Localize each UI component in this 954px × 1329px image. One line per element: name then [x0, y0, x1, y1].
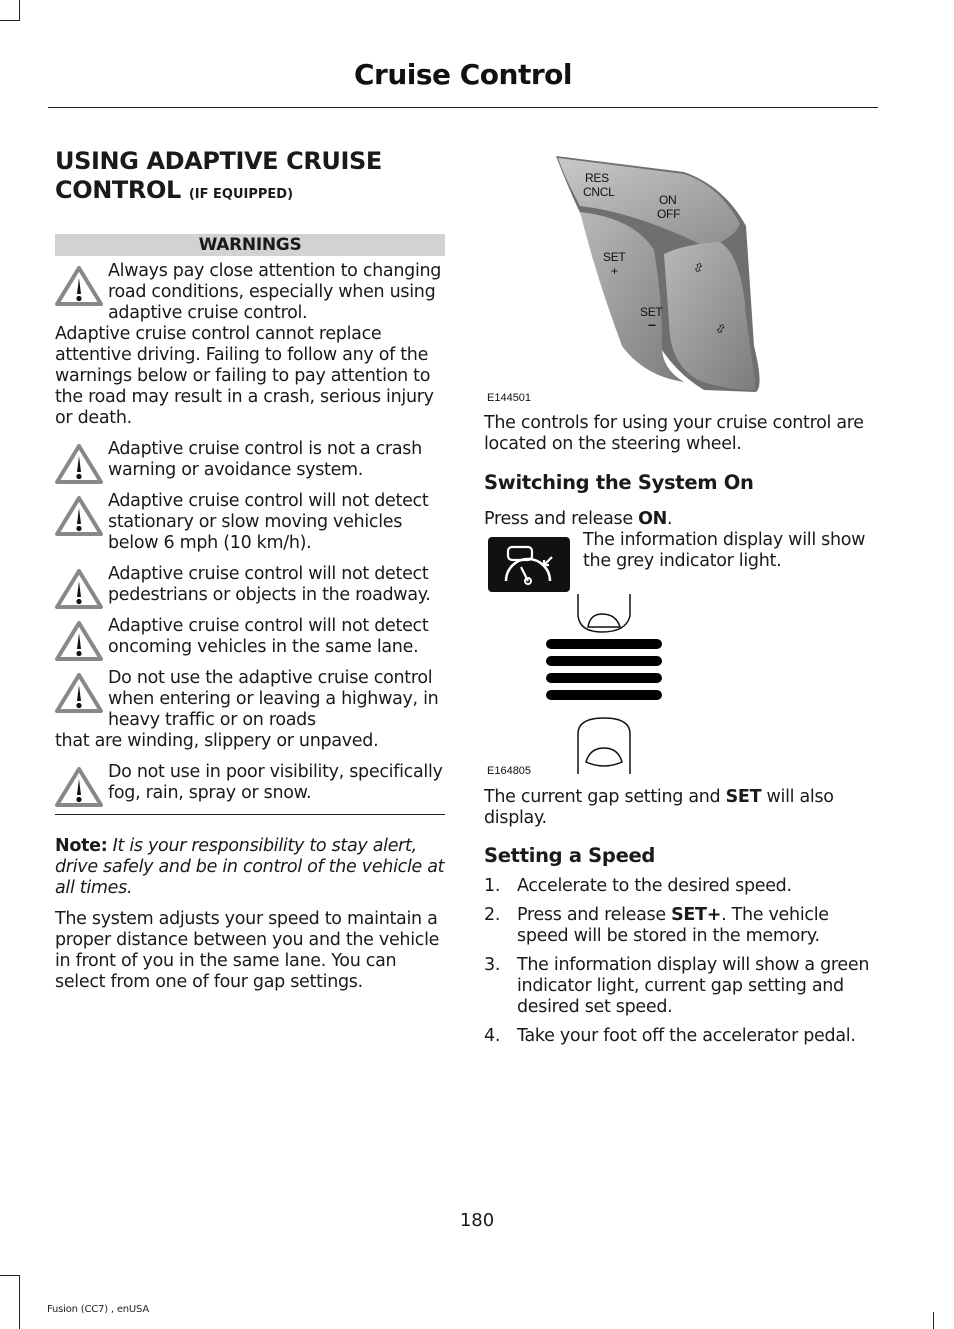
on-label: ON	[659, 193, 676, 207]
warning-text: Do not use the adaptive cruise control w…	[108, 668, 439, 730]
warning-text: Always pay close attention to changing r…	[108, 261, 442, 323]
warning-triangle-icon	[55, 568, 103, 610]
warning-triangle-icon	[55, 620, 103, 662]
controls-location-text: The controls for using your cruise contr…	[484, 413, 864, 454]
step-number: 1.	[484, 876, 501, 896]
warning-triangle-icon	[55, 495, 103, 537]
note-text: It is your responsibility to stay alert,…	[55, 836, 445, 898]
plus-label: +	[611, 264, 618, 278]
figure-id: E164805	[487, 765, 532, 777]
heading-qualifier: (IF EQUIPPED)	[188, 187, 294, 202]
warning-item: Adaptive cruise control will not detect …	[55, 491, 445, 554]
warnings-list: Always pay close attention to changing r…	[55, 261, 445, 807]
warning-triangle-icon	[55, 766, 103, 808]
right-column: RES CNCL ON OFF SET + SET – ⇳ ⇳ E144501 …	[484, 146, 876, 1047]
warning-text: Do not use in poor visibility, specifica…	[108, 762, 443, 803]
crop-mark	[0, 20, 20, 21]
warning-text: Adaptive cruise control is not a crash w…	[108, 439, 422, 480]
gap-settings-paragraph: The system adjusts your speed to maintai…	[55, 909, 440, 992]
off-label: OFF	[657, 207, 680, 221]
warning-continuation: that are winding, slippery or unpaved.	[55, 731, 379, 751]
section-divider	[55, 814, 445, 815]
gap-bar	[546, 639, 662, 649]
indicator-description: The information display will show the gr…	[583, 530, 866, 571]
crop-mark	[933, 1312, 934, 1329]
gap-setting-illustration	[546, 594, 662, 774]
instruction-text: Press and release	[484, 509, 639, 529]
setting-speed-heading: Setting a Speed	[484, 844, 656, 867]
step-text: Accelerate to the desired speed.	[517, 876, 792, 896]
gap-bar	[546, 673, 662, 683]
step-text: Press and release	[517, 905, 672, 925]
crop-mark	[19, 1275, 20, 1329]
warning-item: Always pay close attention to changing r…	[55, 261, 445, 429]
speed-steps-list: 1. Accelerate to the desired speed. 2. Pres…	[484, 876, 876, 1047]
note-label: Note:	[55, 836, 108, 856]
step-item: 1. Accelerate to the desired speed.	[484, 876, 876, 897]
warning-item: Do not use the adaptive cruise control w…	[55, 668, 445, 752]
step-item: 2. Press and release SET+. The vehicle sp…	[484, 905, 876, 947]
warning-item: Adaptive cruise control will not detect …	[55, 564, 445, 609]
step-keyword: SET+	[671, 905, 722, 925]
warning-triangle-icon	[55, 265, 103, 307]
step-item: 3. The information display will show a gr…	[484, 955, 876, 1018]
steering-wheel-controls-figure: RES CNCL ON OFF SET + SET – ⇳ ⇳ E144501	[484, 146, 876, 408]
section-heading: USING ADAPTIVE CRUISE CONTROL (IF EQUIPP…	[55, 147, 445, 209]
step-item: 4. Take your foot off the accelerator ped…	[484, 1026, 876, 1047]
res-label: RES	[585, 171, 609, 185]
step-text: The information display will show a gree…	[517, 955, 870, 1017]
heading-line-2: CONTROL	[55, 176, 181, 204]
minus-label: –	[648, 316, 656, 332]
gap-display-text: The current gap setting and SET will als…	[484, 787, 876, 829]
gap-bar	[546, 690, 662, 700]
switching-on-heading: Switching the System On	[484, 471, 754, 494]
left-column: USING ADAPTIVE CRUISE CONTROL (IF EQUIPP…	[55, 147, 445, 993]
indicator-row: The information display will show the gr…	[484, 530, 876, 598]
press-on-instruction: Press and release ON.	[484, 509, 876, 530]
cruise-control-switch-illustration: RES CNCL ON OFF SET + SET – ⇳ ⇳	[556, 156, 760, 392]
instruction-punct: .	[667, 509, 673, 529]
note: Note: It is your responsibility to stay …	[55, 836, 445, 899]
cruise-indicator-icon	[488, 537, 570, 592]
step-text: Take your foot off the accelerator pedal…	[517, 1026, 856, 1046]
warning-text: Adaptive cruise control will not detect …	[108, 564, 431, 605]
gap-setting-figure: E164805	[484, 594, 876, 778]
gap-bar	[546, 656, 662, 666]
warning-item: Adaptive cruise control will not detect …	[55, 616, 445, 661]
step-number: 3.	[484, 955, 501, 975]
warning-text: Adaptive cruise control will not detect …	[108, 491, 429, 553]
on-keyword: ON	[638, 509, 668, 529]
warning-triangle-icon	[55, 443, 103, 485]
warning-text: Adaptive cruise control will not detect …	[108, 616, 429, 657]
crop-mark	[0, 1275, 20, 1276]
step-number: 2.	[484, 905, 501, 925]
set-plus-label: SET	[603, 250, 626, 264]
warning-item: Do not use in poor visibility, specifica…	[55, 762, 445, 807]
crop-mark	[19, 0, 20, 20]
warning-continuation: Adaptive cruise control cannot replace a…	[55, 324, 434, 428]
page-title: Cruise Control	[353, 58, 573, 91]
warning-triangle-icon	[55, 672, 103, 714]
gap-text: The current gap setting and	[484, 787, 726, 807]
figure-id: E144501	[487, 392, 532, 404]
page-number: 180	[459, 1210, 495, 1231]
warnings-banner: WARNINGS	[55, 234, 445, 256]
set-keyword: SET	[725, 787, 762, 807]
step-number: 4.	[484, 1026, 501, 1046]
heading-line-1: USING ADAPTIVE CRUISE	[55, 147, 382, 175]
title-divider	[48, 107, 878, 108]
cncl-label: CNCL	[583, 185, 615, 199]
warning-item: Adaptive cruise control is not a crash w…	[55, 439, 445, 484]
footer-model: Fusion (CC7) , enUSA	[47, 1304, 150, 1315]
